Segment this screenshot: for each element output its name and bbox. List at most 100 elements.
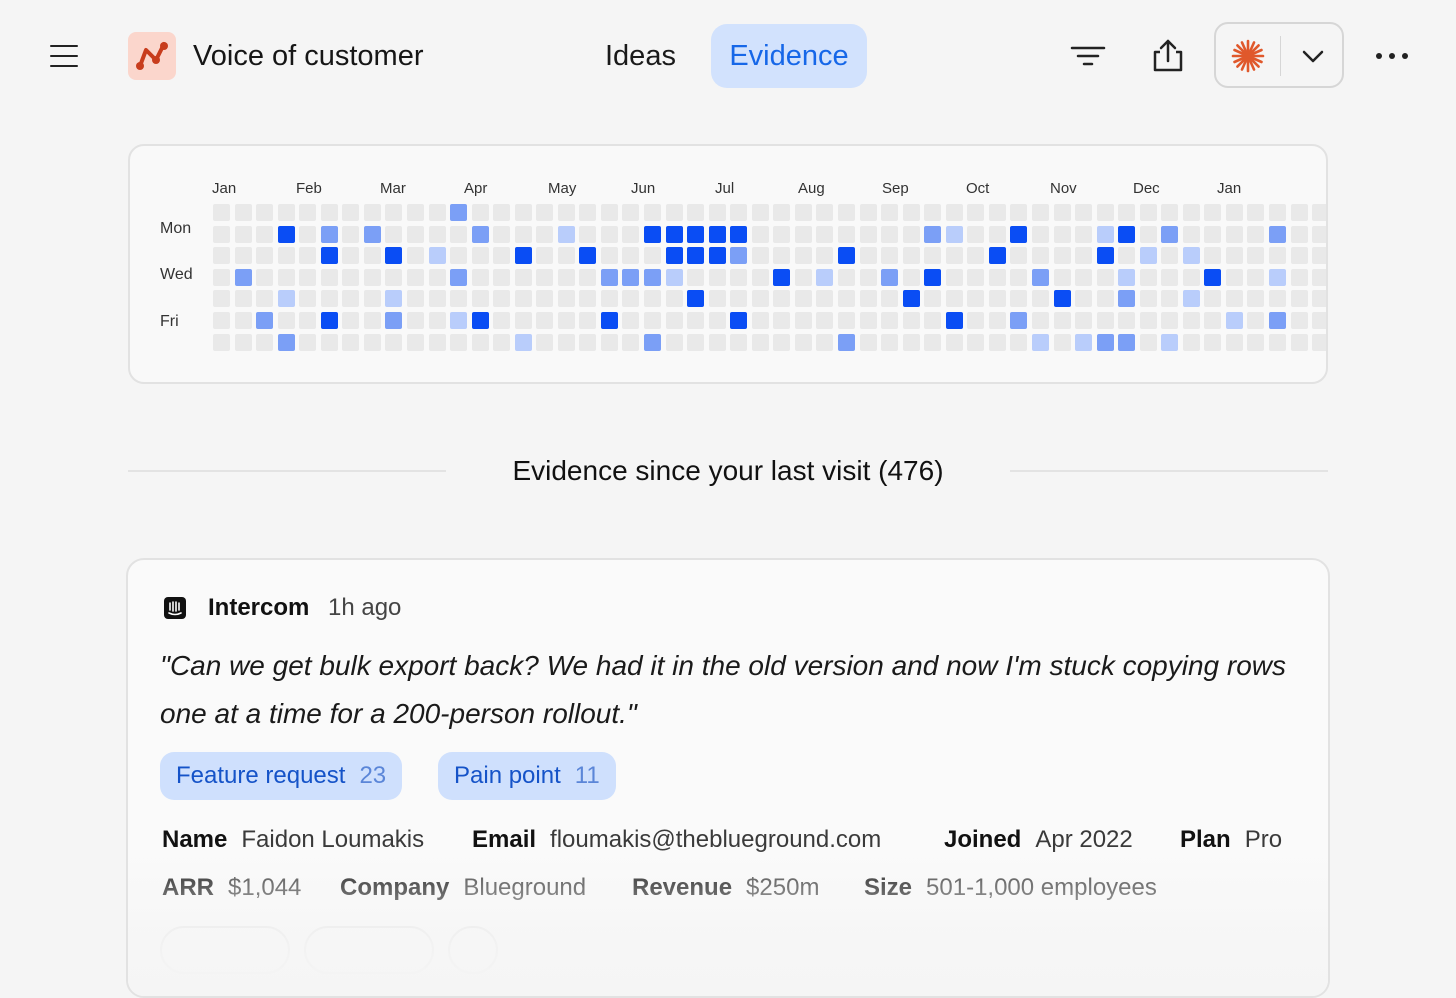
heatmap-cell[interactable] <box>988 204 1006 221</box>
heatmap-cell[interactable] <box>299 225 317 243</box>
heatmap-cell[interactable] <box>320 333 338 351</box>
heatmap-cell[interactable] <box>665 268 683 286</box>
heatmap-cell[interactable] <box>945 204 963 221</box>
heatmap-cell[interactable] <box>256 312 274 329</box>
heatmap-cell[interactable] <box>1182 268 1200 286</box>
chevron-down-icon[interactable] <box>1300 44 1326 68</box>
heatmap-cell[interactable] <box>859 268 877 286</box>
heatmap-cell[interactable] <box>493 312 511 329</box>
heatmap-cell[interactable] <box>407 312 424 329</box>
heatmap-cell[interactable] <box>945 247 963 265</box>
heatmap-cell[interactable] <box>751 312 769 329</box>
heatmap-cell[interactable] <box>1290 333 1308 351</box>
heatmap-cell[interactable] <box>320 247 338 265</box>
heatmap-cell[interactable] <box>1247 268 1265 286</box>
heatmap-cell[interactable] <box>1204 225 1222 243</box>
heatmap-cell[interactable] <box>471 225 489 243</box>
heatmap-cell[interactable] <box>988 312 1006 329</box>
heatmap-cell[interactable] <box>1010 268 1028 286</box>
heatmap-cell[interactable] <box>407 290 424 308</box>
heatmap-cell[interactable] <box>881 225 899 243</box>
heatmap-cell[interactable] <box>816 290 834 308</box>
heatmap-cell[interactable] <box>1225 333 1243 351</box>
heatmap-cell[interactable] <box>902 204 920 221</box>
heatmap-cell[interactable] <box>1139 290 1157 308</box>
heatmap-cell[interactable] <box>299 268 317 286</box>
heatmap-cell[interactable] <box>1031 204 1049 221</box>
heatmap-cell[interactable] <box>967 268 985 286</box>
heatmap-cell[interactable] <box>665 247 683 265</box>
heatmap-cell[interactable] <box>428 290 446 308</box>
heatmap-cell[interactable] <box>277 247 295 265</box>
heatmap-cell[interactable] <box>622 333 640 351</box>
heatmap-cell[interactable] <box>988 290 1006 308</box>
heatmap-cell[interactable] <box>881 333 899 351</box>
heatmap-cell[interactable] <box>665 204 683 221</box>
heatmap-cell[interactable] <box>514 268 532 286</box>
heatmap-cell[interactable] <box>1031 333 1049 351</box>
heatmap-cell[interactable] <box>1247 333 1265 351</box>
heatmap-cell[interactable] <box>773 225 791 243</box>
share-icon[interactable] <box>1148 36 1188 76</box>
heatmap-cell[interactable] <box>1312 247 1326 265</box>
heatmap-cell[interactable] <box>751 225 769 243</box>
heatmap-cell[interactable] <box>1290 268 1308 286</box>
heatmap-cell[interactable] <box>1182 312 1200 329</box>
heatmap-cell[interactable] <box>557 290 575 308</box>
heatmap-cell[interactable] <box>1290 225 1308 243</box>
heatmap-cell[interactable] <box>385 268 403 286</box>
heatmap-cell[interactable] <box>579 268 597 286</box>
heatmap-cell[interactable] <box>924 290 942 308</box>
heatmap-cell[interactable] <box>1075 204 1092 221</box>
heatmap-cell[interactable] <box>708 290 726 308</box>
heatmap-cell[interactable] <box>1031 312 1049 329</box>
heatmap-cell[interactable] <box>579 247 597 265</box>
heatmap-cell[interactable] <box>1204 204 1222 221</box>
heatmap-cell[interactable] <box>794 204 812 221</box>
heatmap-cell[interactable] <box>1096 333 1114 351</box>
heatmap-cell[interactable] <box>514 204 532 221</box>
heatmap-cell[interactable] <box>751 290 769 308</box>
heatmap-cell[interactable] <box>1312 290 1326 308</box>
heatmap-cell[interactable] <box>1031 290 1049 308</box>
heatmap-cell[interactable] <box>385 247 403 265</box>
heatmap-cell[interactable] <box>644 312 661 329</box>
heatmap-cell[interactable] <box>687 204 705 221</box>
heatmap-cell[interactable] <box>687 290 705 308</box>
heatmap-cell[interactable] <box>1225 225 1243 243</box>
heatmap-cell[interactable] <box>600 225 618 243</box>
heatmap-cell[interactable] <box>1269 247 1286 265</box>
heatmap-cell[interactable] <box>493 204 511 221</box>
heatmap-cell[interactable] <box>1075 225 1092 243</box>
heatmap-cell[interactable] <box>1312 225 1326 243</box>
heatmap-cell[interactable] <box>493 247 511 265</box>
heatmap-cell[interactable] <box>514 333 532 351</box>
heatmap-cell[interactable] <box>751 333 769 351</box>
heatmap-cell[interactable] <box>1247 290 1265 308</box>
heatmap-cell[interactable] <box>277 333 295 351</box>
heatmap-cell[interactable] <box>1096 312 1114 329</box>
heatmap-cell[interactable] <box>385 312 403 329</box>
heatmap-cell[interactable] <box>277 225 295 243</box>
heatmap-cell[interactable] <box>1139 312 1157 329</box>
heatmap-cell[interactable] <box>945 225 963 243</box>
heatmap-cell[interactable] <box>213 247 230 265</box>
heatmap-cell[interactable] <box>1290 204 1308 221</box>
heatmap-cell[interactable] <box>1075 290 1092 308</box>
heatmap-cell[interactable] <box>536 247 554 265</box>
heatmap-cell[interactable] <box>1139 225 1157 243</box>
heatmap-cell[interactable] <box>428 247 446 265</box>
heatmap-cell[interactable] <box>1139 268 1157 286</box>
heatmap-cell[interactable] <box>385 333 403 351</box>
heatmap-cell[interactable] <box>967 312 985 329</box>
heatmap-cell[interactable] <box>1118 268 1136 286</box>
heatmap-cell[interactable] <box>665 312 683 329</box>
heatmap-cell[interactable] <box>773 268 791 286</box>
heatmap-cell[interactable] <box>794 225 812 243</box>
heatmap-cell[interactable] <box>213 333 230 351</box>
heatmap-cell[interactable] <box>1161 247 1179 265</box>
heatmap-cell[interactable] <box>407 268 424 286</box>
heatmap-cell[interactable] <box>428 204 446 221</box>
heatmap-cell[interactable] <box>1053 268 1071 286</box>
heatmap-cell[interactable] <box>1225 268 1243 286</box>
